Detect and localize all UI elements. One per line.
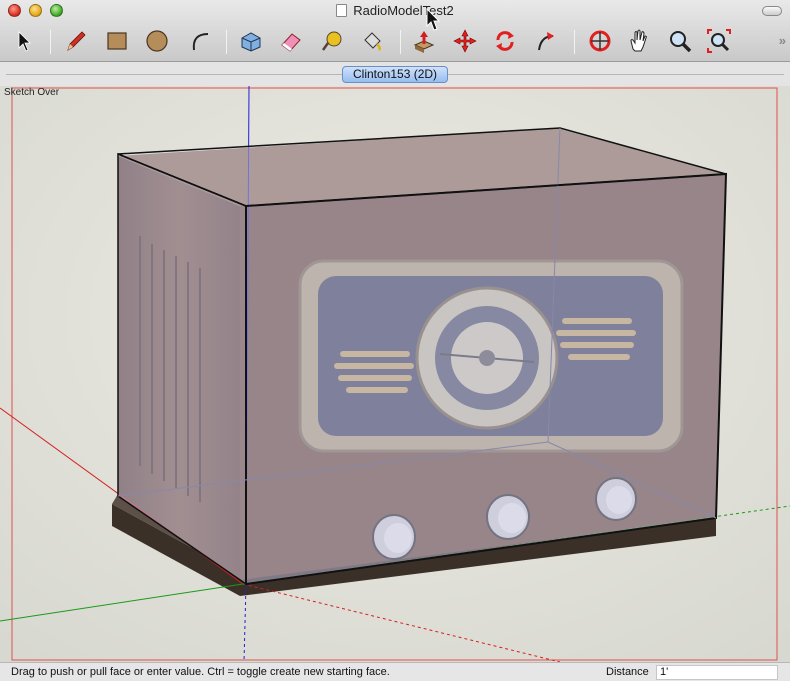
circle-icon: [146, 30, 168, 52]
viewport-canvas[interactable]: [0, 86, 790, 662]
zoom-icon: [670, 31, 692, 53]
eraser-icon: [281, 33, 301, 52]
status-bar: Drag to push or pull face or enter value…: [0, 662, 790, 681]
scene-tab[interactable]: Clinton153 (2D): [342, 66, 449, 83]
eraser-tool-button[interactable]: [276, 27, 306, 55]
circle-tool-button[interactable]: [142, 27, 172, 55]
document-icon[interactable]: [336, 4, 348, 17]
rotate-icon: [496, 31, 514, 51]
rotate-tool-button[interactable]: [490, 27, 520, 55]
select-tool-button[interactable]: [9, 27, 39, 55]
style-label: Sketch Over: [4, 87, 60, 98]
tape-measure-icon: [321, 31, 342, 51]
move-tool-button[interactable]: [450, 27, 480, 55]
orbit-icon: [589, 30, 611, 52]
box-model[interactable]: [117, 127, 728, 586]
orbit-tool-button[interactable]: [585, 27, 615, 55]
paint-bucket-button[interactable]: [357, 27, 387, 55]
component-icon: [241, 32, 261, 52]
tape-measure-button[interactable]: [317, 27, 347, 55]
scene-tab-bar: Clinton153 (2D): [0, 62, 790, 86]
move-icon: [453, 29, 477, 53]
line-tool-button[interactable]: [61, 27, 91, 55]
rectangle-tool-button[interactable]: [102, 27, 132, 55]
window-title-area: RadioModelTest2: [0, 3, 790, 18]
make-component-button[interactable]: [236, 27, 266, 55]
follow-me-icon: [538, 32, 554, 51]
toolbar-overflow-icon[interactable]: »: [779, 33, 786, 48]
rectangle-icon: [107, 32, 127, 50]
arc-icon: [192, 33, 209, 51]
follow-me-button[interactable]: [531, 27, 561, 55]
pan-tool-button[interactable]: [624, 27, 654, 55]
zoom-tool-button[interactable]: [665, 27, 695, 55]
zoom-extents-icon: [707, 29, 731, 53]
select-arrow-icon: [18, 31, 31, 52]
sketchup-window: RadioModelTest2 » Clinton153 (2D) Sketch…: [0, 0, 790, 681]
pencil-icon: [67, 31, 86, 51]
toolbar-toggle-button[interactable]: [762, 6, 782, 16]
zoom-extents-button[interactable]: [704, 27, 734, 55]
status-hint: Drag to push or pull face or enter value…: [11, 666, 390, 678]
measurements-label: Distance: [606, 666, 649, 678]
pan-hand-icon: [630, 29, 647, 52]
measurements-input[interactable]: 1': [656, 665, 778, 680]
arc-tool-button[interactable]: [184, 27, 214, 55]
paint-bucket-icon: [364, 32, 381, 51]
mouse-cursor-icon: [426, 8, 440, 31]
model-viewport[interactable]: Sketch Over: [0, 86, 790, 662]
title-toolbar: RadioModelTest2 »: [0, 0, 790, 62]
